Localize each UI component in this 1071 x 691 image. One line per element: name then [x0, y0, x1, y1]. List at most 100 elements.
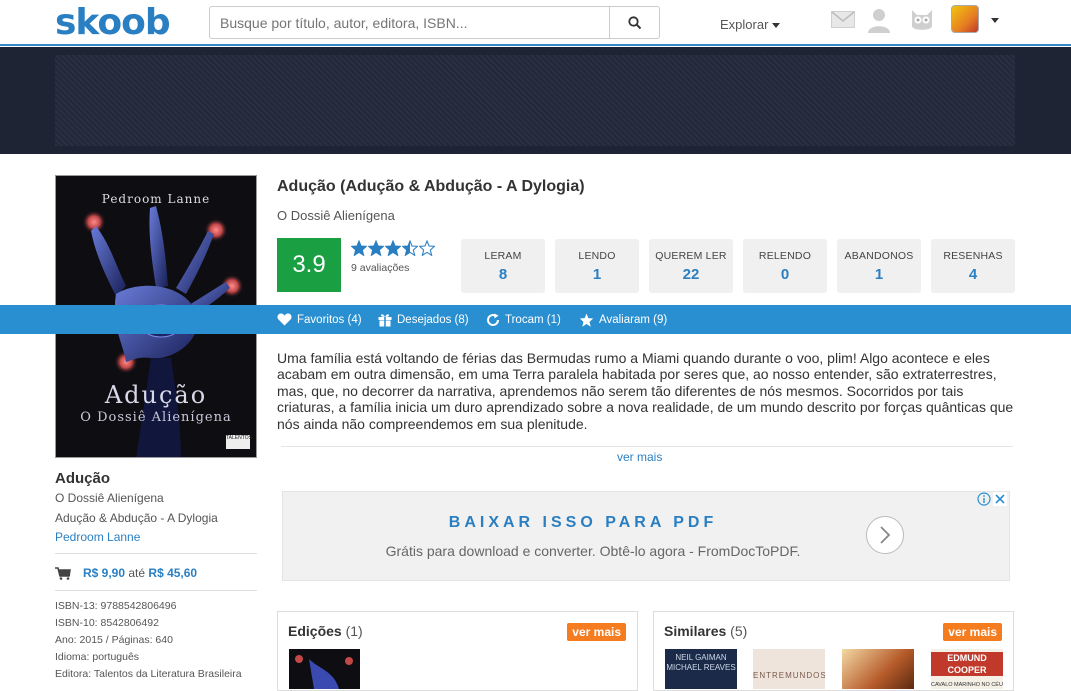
ad-description: Grátis para download e converter. Obtê-l…	[385, 543, 801, 559]
editions-title: Edições (1)	[288, 623, 363, 639]
price-range[interactable]: R$ 9,90 até R$ 45,60	[55, 566, 197, 580]
year-pages: Ano: 2015 / Páginas: 640	[55, 634, 173, 646]
editions-panel: Edições (1) ver mais	[277, 611, 638, 691]
similar-thumbnail[interactable]	[842, 649, 914, 689]
language: Idioma: português	[55, 651, 140, 663]
similar-thumbnail[interactable]: NEIL GAIMAN MICHAEL REAVES	[665, 649, 737, 689]
social-tab-bar: Favoritos (4) Desejados (8) Trocam (1) A…	[0, 305, 1071, 334]
stat-relendo[interactable]: RELENDO 0	[743, 239, 827, 293]
sidebar-author-link[interactable]: Pedroom Lanne	[55, 530, 140, 544]
similar-count: (5)	[730, 623, 748, 639]
tab-trocam[interactable]: Trocam (1)	[486, 305, 561, 334]
editions-title-text: Edições	[288, 623, 342, 639]
banner-ad[interactable]	[55, 55, 1015, 146]
explore-label: Explorar	[720, 17, 769, 32]
chevron-down-icon	[772, 23, 781, 29]
search-button[interactable]	[609, 7, 659, 38]
isbn10: ISBN-10: 8542806492	[55, 617, 159, 629]
see-more-link[interactable]: ver mais	[617, 450, 662, 464]
stat-value: 1	[874, 266, 884, 283]
top-navbar: skoob Explorar	[0, 0, 1071, 46]
sidebar-series[interactable]: Adução & Abdução - A Dylogia	[55, 511, 218, 525]
stat-label: LENDO	[578, 250, 616, 262]
similar-thumbnail[interactable]: EDMUND COOPER CAVALO MARINHO NO CÉU	[931, 649, 1003, 689]
ad-headline[interactable]: BAIXAR ISSO PARA PDF	[283, 514, 883, 532]
sidebar-book-title: Adução	[55, 470, 111, 487]
editions-count: (1)	[345, 623, 363, 639]
similar-thumbnail[interactable]: ENTREMUNDOS	[753, 649, 825, 689]
tab-label: Trocam (1)	[505, 313, 561, 326]
tab-label: Avaliaram (9)	[599, 313, 668, 326]
divider	[55, 590, 257, 591]
cart-icon	[55, 566, 71, 580]
close-icon[interactable]	[993, 492, 1007, 506]
avatar[interactable]	[951, 5, 979, 33]
stat-value: 22	[682, 266, 700, 283]
chevron-right-icon	[880, 526, 891, 544]
stat-label: LERAM	[484, 250, 522, 262]
sidebar-book-subtitle: O Dossiê Alienígena	[55, 491, 164, 505]
heart-icon	[277, 313, 292, 326]
star-icon[interactable]	[419, 240, 435, 256]
star-icon[interactable]	[351, 240, 367, 256]
star-icon	[579, 313, 594, 327]
similar-title-text: Similares	[664, 623, 727, 639]
search-input[interactable]	[210, 7, 609, 38]
stat-value: 4	[968, 266, 978, 283]
stat-label: ABANDONOS	[844, 250, 914, 262]
editions-see-more-button[interactable]: ver mais	[567, 623, 626, 641]
price-from: R$ 9,90	[83, 566, 126, 580]
similar-thumb-subtitle: CAVALO MARINHO NO CÉU	[931, 682, 1003, 688]
user-icon[interactable]	[865, 6, 893, 34]
skoob-logo[interactable]: skoob	[55, 2, 171, 43]
chevron-down-icon[interactable]	[991, 18, 999, 23]
tab-label: Favoritos (4)	[297, 313, 362, 326]
cover-publisher-badge: TALENTOS	[226, 435, 252, 449]
star-icon[interactable]	[402, 240, 418, 256]
stat-value: 8	[498, 266, 508, 283]
explore-menu[interactable]: Explorar	[720, 17, 781, 32]
ad-arrow-button[interactable]	[866, 516, 904, 554]
similar-see-more-button[interactable]: ver mais	[943, 623, 1002, 641]
page-title: Adução (Adução & Abdução - A Dylogia)	[277, 178, 585, 195]
stat-value: 1	[592, 266, 602, 283]
owl-icon[interactable]	[908, 6, 936, 34]
banner	[0, 47, 1071, 154]
similar-panel: Similares (5) ver mais NEIL GAIMAN MICHA…	[653, 611, 1014, 691]
stat-label: QUEREM LER	[655, 250, 727, 262]
edition-thumbnail[interactable]	[289, 649, 360, 689]
stat-abandonos[interactable]: ABANDONOS 1	[837, 239, 921, 293]
book-synopsis: Uma família está voltando de férias das …	[277, 350, 1014, 432]
ratings-count[interactable]: 9 avaliações	[351, 262, 409, 274]
star-icon[interactable]	[385, 240, 401, 256]
stat-label: RELENDO	[758, 250, 812, 262]
tab-avaliaram[interactable]: Avaliaram (9)	[579, 305, 667, 334]
info-icon[interactable]	[977, 492, 991, 506]
stat-lendo[interactable]: LENDO 1	[555, 239, 639, 293]
tab-label: Desejados (8)	[397, 313, 469, 326]
price-to: R$ 45,60	[148, 566, 198, 580]
tab-desejados[interactable]: Desejados (8)	[378, 305, 469, 334]
similar-title: Similares (5)	[664, 623, 747, 639]
mail-icon[interactable]	[831, 11, 855, 28]
cover-subtitle: O Dossiê Alienígena	[80, 410, 232, 425]
cover-author: Pedroom Lanne	[101, 192, 211, 206]
stat-leram[interactable]: LERAM 8	[461, 239, 545, 293]
star-icon[interactable]	[368, 240, 384, 256]
cover-title: Adução	[104, 381, 208, 409]
ad-choices[interactable]	[977, 492, 1007, 506]
stat-resenhas[interactable]: RESENHAS 4	[931, 239, 1015, 293]
edition-cover-art	[295, 655, 353, 689]
tab-favoritos[interactable]: Favoritos (4)	[277, 305, 362, 334]
rating-stars[interactable]	[351, 240, 435, 256]
divider	[281, 446, 1013, 447]
rating-score: 3.9	[277, 238, 341, 292]
similar-thumb-title: EDMUND COOPER	[931, 652, 1003, 676]
ad-banner[interactable]: BAIXAR ISSO PARA PDF Grátis para downloa…	[282, 491, 1010, 581]
stat-label: RESENHAS	[943, 250, 1003, 262]
price-separator: até	[128, 566, 146, 580]
publisher[interactable]: Editora: Talentos da Literatura Brasilei…	[55, 668, 242, 680]
stat-querem-ler[interactable]: QUEREM LER 22	[649, 239, 733, 293]
stat-value: 0	[780, 266, 790, 283]
book-subtitle: O Dossiê Alienígena	[277, 208, 395, 223]
